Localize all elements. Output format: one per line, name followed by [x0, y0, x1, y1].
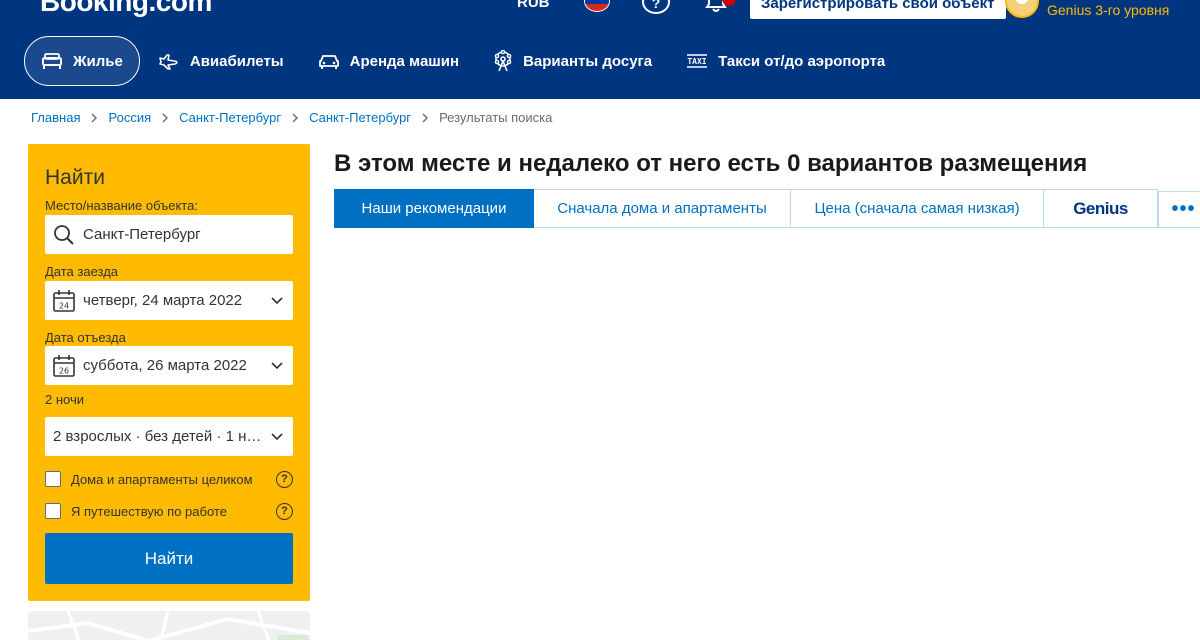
- nav-flights[interactable]: Авиабилеты: [142, 36, 300, 86]
- map-thumbnail: [28, 611, 310, 640]
- user-avatar[interactable]: [1005, 0, 1039, 18]
- breadcrumb-region[interactable]: Санкт-Петербург: [179, 110, 281, 125]
- breadcrumb: Главная Россия Санкт-Петербург Санкт-Пет…: [31, 110, 552, 125]
- nav-attractions-label: Варианты досуга: [523, 52, 653, 70]
- nav-flights-label: Авиабилеты: [189, 52, 284, 70]
- breadcrumb-city[interactable]: Санкт-Петербург: [309, 110, 411, 125]
- checkout-date-field[interactable]: 26 суббота, 26 марта 2022: [45, 346, 293, 385]
- genius-level-label[interactable]: Genius 3-го уровня: [1047, 2, 1169, 18]
- search-title: Найти: [45, 166, 105, 189]
- search-icon: [54, 224, 74, 245]
- nav-attractions[interactable]: Варианты досуга: [477, 36, 668, 86]
- checkin-day-number: 24: [59, 301, 69, 310]
- nav-car-rental-label: Аренда машин: [349, 52, 460, 70]
- question-icon[interactable]: ?: [276, 502, 293, 520]
- work-travel-checkbox[interactable]: [45, 503, 61, 519]
- search-panel: Найти Место/название объекта: Санкт-Пете…: [28, 144, 310, 601]
- question-icon[interactable]: ?: [276, 470, 293, 488]
- main-nav: Жилье Авиабилеты Аренда машин Варианты д…: [24, 36, 903, 86]
- chevron-right-icon: [91, 113, 98, 122]
- nav-airport-taxi-label: Такси от/до аэропорта: [718, 52, 886, 70]
- entire-homes-checkbox[interactable]: [45, 471, 61, 487]
- bed-icon: [42, 53, 62, 69]
- checkin-date-field[interactable]: 24 четверг, 24 марта 2022: [45, 281, 293, 320]
- svg-text:TAXI: TAXI: [687, 57, 706, 66]
- chevron-down-icon: [271, 361, 283, 369]
- search-button[interactable]: Найти: [45, 533, 293, 584]
- calendar-icon: 24: [53, 289, 75, 312]
- booking-logo[interactable]: Booking.com: [40, 0, 212, 18]
- chevron-right-icon: [162, 113, 169, 122]
- breadcrumb-current: Результаты поиска: [439, 110, 553, 125]
- currency-selector[interactable]: RUB: [517, 0, 550, 11]
- guests-select[interactable]: 2 взрослых · без детей · 1 но...: [45, 417, 293, 456]
- top-header: Booking.com RUB ? Зарегистрировать свой …: [0, 0, 1200, 99]
- destination-input[interactable]: Санкт-Петербург: [45, 215, 293, 254]
- destination-label: Место/название объекта:: [45, 198, 198, 213]
- russia-flag-icon[interactable]: [584, 0, 610, 12]
- nav-stays[interactable]: Жилье: [24, 36, 140, 86]
- tab-genius[interactable]: Genius: [1044, 189, 1158, 228]
- nav-car-rental[interactable]: Аренда машин: [302, 36, 475, 86]
- chevron-right-icon: [422, 113, 429, 122]
- checkin-label: Дата заезда: [45, 264, 119, 279]
- list-property-button[interactable]: Зарегистрировать свой объект: [750, 0, 1006, 19]
- nav-stays-label: Жилье: [73, 52, 123, 70]
- checkout-value: суббота, 26 марта 2022: [83, 357, 247, 374]
- help-icon[interactable]: ?: [642, 0, 670, 14]
- chevron-down-icon: [271, 296, 283, 304]
- breadcrumb-home[interactable]: Главная: [31, 110, 80, 125]
- checkin-value: четверг, 24 марта 2022: [83, 292, 243, 309]
- checkout-day-number: 26: [59, 366, 69, 375]
- entire-homes-label[interactable]: Дома и апартаменты целиком: [71, 472, 276, 487]
- sort-tabs: Наши рекомендации Сначала дома и апартам…: [334, 189, 1158, 228]
- results-title: В этом месте и недалеко от него есть 0 в…: [334, 150, 1088, 177]
- tab-price-lowest[interactable]: Цена (сначала самая низкая): [791, 189, 1044, 228]
- car-icon: [318, 55, 339, 69]
- nights-count: 2 ночи: [45, 392, 84, 407]
- attractions-icon: [494, 50, 512, 72]
- tab-recommended[interactable]: Наши рекомендации: [334, 189, 534, 228]
- chevron-down-icon: [271, 432, 283, 440]
- chevron-right-icon: [292, 113, 299, 122]
- taxi-icon: TAXI: [687, 54, 708, 68]
- entire-homes-option: Дома и апартаменты целиком ?: [45, 469, 293, 489]
- nav-airport-taxi[interactable]: TAXI Такси от/до аэропорта: [670, 36, 901, 86]
- breadcrumb-country[interactable]: Россия: [108, 110, 151, 125]
- tab-homes-first[interactable]: Сначала дома и апартаменты: [534, 189, 791, 228]
- map-preview[interactable]: [28, 611, 310, 640]
- guests-value: 2 взрослых · без детей · 1 но...: [53, 428, 265, 445]
- checkout-label: Дата отъезда: [45, 330, 126, 345]
- work-travel-label[interactable]: Я путешествую по работе: [71, 504, 276, 519]
- plane-icon: [159, 54, 178, 70]
- destination-value: Санкт-Петербург: [83, 226, 201, 243]
- calendar-icon: 26: [53, 354, 75, 377]
- work-travel-option: Я путешествую по работе ?: [45, 501, 293, 521]
- more-sort-options-button[interactable]: •••: [1158, 191, 1200, 228]
